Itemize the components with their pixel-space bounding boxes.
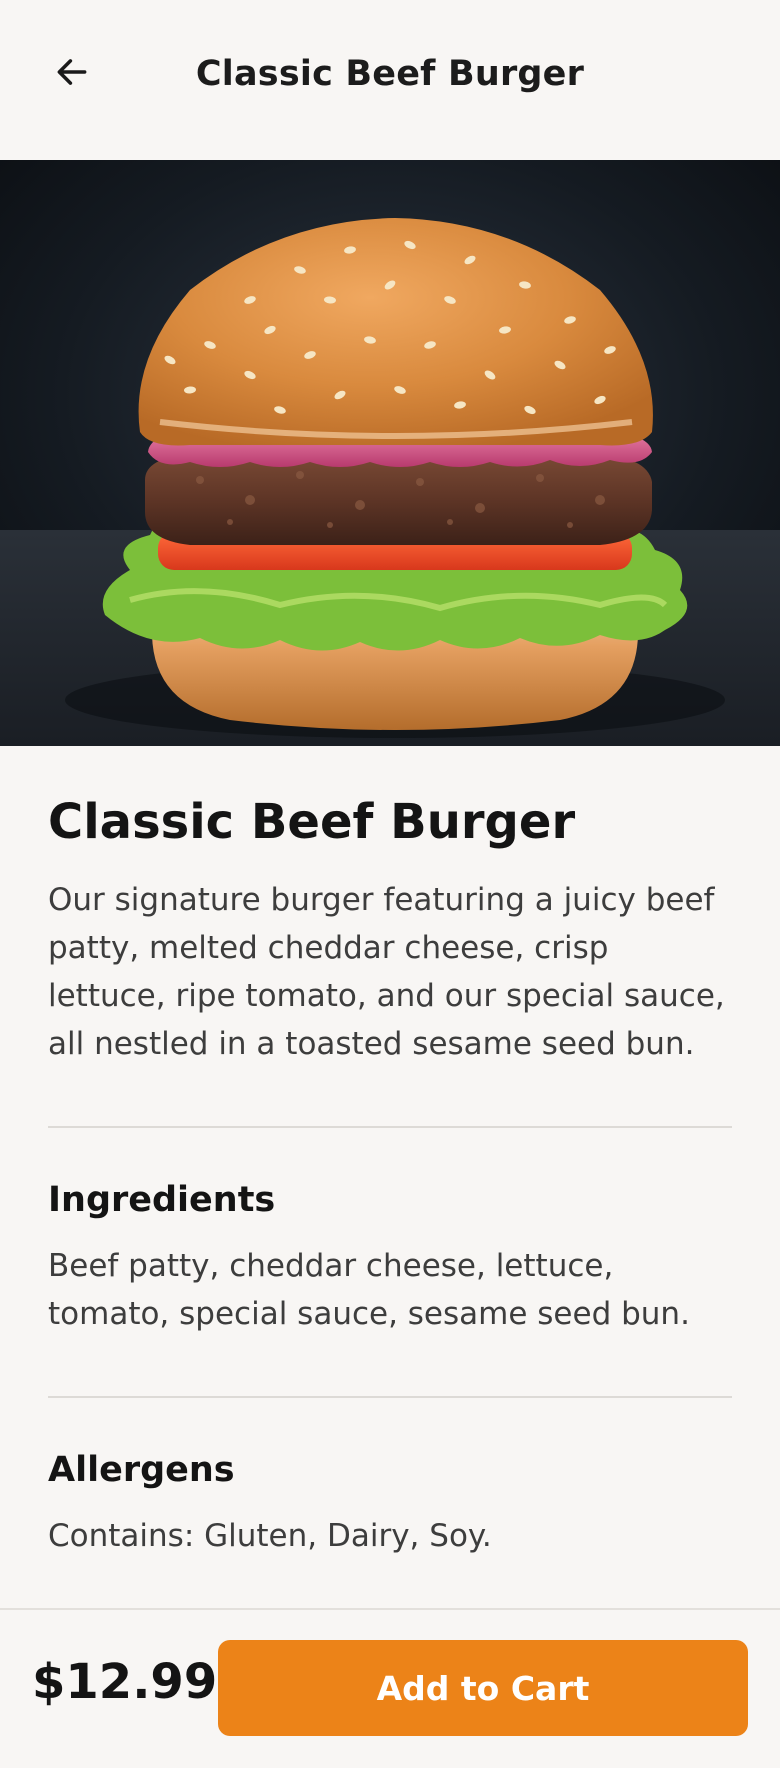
- product-details: Classic Beef Burger Our signature burger…: [48, 746, 732, 1560]
- allergens-heading: Allergens: [48, 1449, 235, 1490]
- top-app-bar: Classic Beef Burger: [0, 0, 780, 160]
- add-to-cart-button[interactable]: Add to Cart: [218, 1640, 748, 1736]
- product-name: Classic Beef Burger: [48, 794, 576, 850]
- ingredients-text: Beef patty, cheddar cheese, lettuce, tom…: [48, 1247, 690, 1332]
- price-label: $12.99: [32, 1654, 218, 1710]
- ingredients-heading: Ingredients: [48, 1179, 276, 1220]
- divider: [48, 1395, 732, 1398]
- product-detail-screen: Classic Beef Burger Classic Beef Burger …: [0, 0, 780, 1768]
- bottom-action-bar: $12.99 Add to Cart: [0, 1608, 780, 1768]
- product-description: Our signature burger featuring a juicy b…: [48, 881, 725, 1062]
- page-title: Classic Beef Burger: [195, 54, 585, 94]
- divider: [48, 1125, 732, 1128]
- allergens-text: Contains: Gluten, Dairy, Soy.: [48, 1517, 492, 1554]
- burger-photo: [0, 160, 780, 746]
- product-image: [0, 160, 780, 746]
